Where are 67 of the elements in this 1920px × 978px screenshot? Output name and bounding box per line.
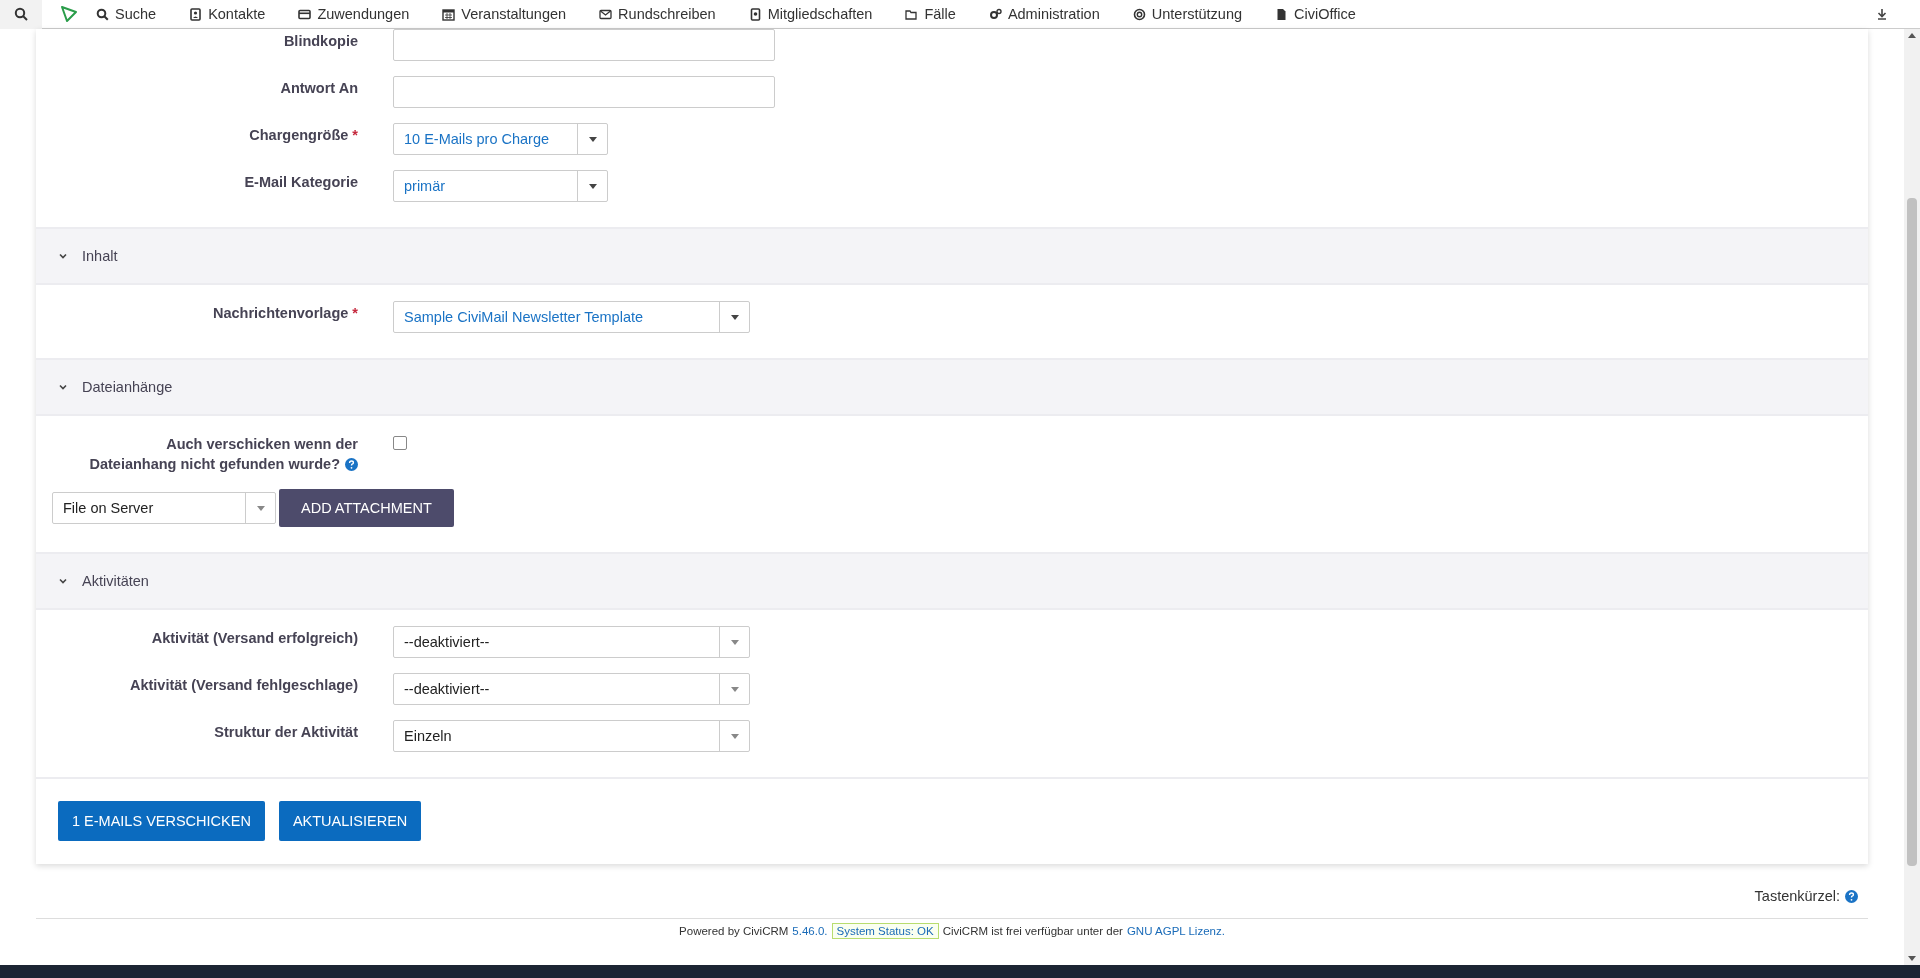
- folder-icon: [905, 7, 919, 21]
- help-icon[interactable]: [345, 458, 358, 471]
- select-field[interactable]: --deaktiviert--: [393, 673, 750, 705]
- input-field[interactable]: [393, 29, 775, 61]
- system-status-link[interactable]: System Status: OK: [831, 923, 939, 939]
- field-label: Nachrichtenvorlage *: [211, 304, 358, 323]
- id-badge-icon: [748, 7, 762, 21]
- section-header[interactable]: Inhalt: [36, 227, 1868, 285]
- search-icon: [96, 7, 109, 21]
- shortcuts-label: Tastenkürzel:: [1754, 888, 1840, 904]
- field-label: Chargengröße *: [248, 126, 358, 145]
- calendar-icon: [442, 7, 456, 21]
- scrollbar-thumb[interactable]: [1907, 198, 1917, 866]
- select-field[interactable]: 10 E-Mails pro Charge: [393, 123, 608, 155]
- scrollbar[interactable]: [1904, 29, 1920, 965]
- footer-link[interactable]: 5.46.0.: [792, 925, 828, 937]
- menu-item[interactable]: Suche: [96, 6, 157, 22]
- field-label: Antwort An: [279, 79, 358, 98]
- input-field[interactable]: [393, 76, 775, 108]
- caret-icon: [730, 686, 739, 692]
- document-icon: [1275, 7, 1289, 21]
- select-field[interactable]: Sample CiviMail Newsletter Template: [393, 301, 750, 333]
- add-attachment-button[interactable]: ADD ATTACHMENT: [279, 489, 454, 527]
- required-asterisk: *: [352, 127, 358, 143]
- action-button[interactable]: AKTUALISIEREN: [278, 801, 422, 841]
- download-arrow-icon[interactable]: [1876, 8, 1888, 20]
- field-label: Aktivität (Versand erfolgreich): [150, 629, 358, 648]
- menu-item[interactable]: Kontakte: [189, 6, 266, 22]
- footer-link[interactable]: GNU AGPL Lizenz.: [1126, 925, 1225, 937]
- required-asterisk: *: [352, 305, 358, 321]
- logo-icon[interactable]: [60, 5, 78, 23]
- footer-text: Powered by CiviCRM: [679, 925, 789, 937]
- help-icon[interactable]: [1845, 889, 1858, 903]
- checkbox[interactable]: [393, 436, 407, 450]
- caret-icon: [730, 639, 739, 645]
- footer-text: CiviCRM ist frei verfügbar unter der: [942, 925, 1123, 937]
- caret-icon: [588, 136, 597, 142]
- field-label: Auch verschicken wenn der Dateianhang nicht gefunden wurde?: [88, 435, 358, 474]
- section-header[interactable]: Dateianhänge: [36, 358, 1868, 416]
- field-label: Struktur der Aktivität: [213, 723, 358, 742]
- menu-item[interactable]: Fälle: [905, 6, 956, 22]
- envelope-icon: [599, 7, 613, 21]
- field-label: Aktivität (Versand fehlgeschlage): [128, 676, 358, 695]
- attachment-type-select[interactable]: File on Server: [52, 492, 276, 524]
- caret-icon: [588, 183, 597, 189]
- caret-icon: [256, 505, 265, 511]
- menu-item[interactable]: CiviOffice: [1275, 6, 1356, 22]
- select-field[interactable]: primär: [393, 170, 608, 202]
- caret-icon: [730, 733, 739, 739]
- action-button[interactable]: 1 E-MAILS VERSCHICKEN: [58, 801, 265, 841]
- menu-item[interactable]: Administration: [988, 6, 1100, 22]
- menu-item[interactable]: Mitgliedschaften: [748, 6, 873, 22]
- menu-item[interactable]: Zuwendungen: [298, 6, 410, 22]
- select-field[interactable]: --deaktiviert--: [393, 626, 750, 658]
- menu-item[interactable]: Rundschreiben: [599, 6, 716, 22]
- contact-card-icon: [189, 7, 203, 21]
- caret-icon: [730, 314, 739, 320]
- credit-card-icon: [298, 7, 312, 21]
- field-label: E-Mail Kategorie: [243, 173, 358, 192]
- scroll-down-icon[interactable]: [1908, 956, 1916, 961]
- section-header[interactable]: Aktivitäten: [36, 552, 1868, 610]
- scroll-up-icon[interactable]: [1908, 33, 1916, 38]
- search-icon[interactable]: [0, 0, 42, 29]
- menu-item[interactable]: Veranstaltungen: [442, 6, 567, 22]
- field-label: Blindkopie: [282, 32, 358, 51]
- select-field[interactable]: Einzeln: [393, 720, 750, 752]
- menu-item[interactable]: Unterstützung: [1132, 6, 1243, 22]
